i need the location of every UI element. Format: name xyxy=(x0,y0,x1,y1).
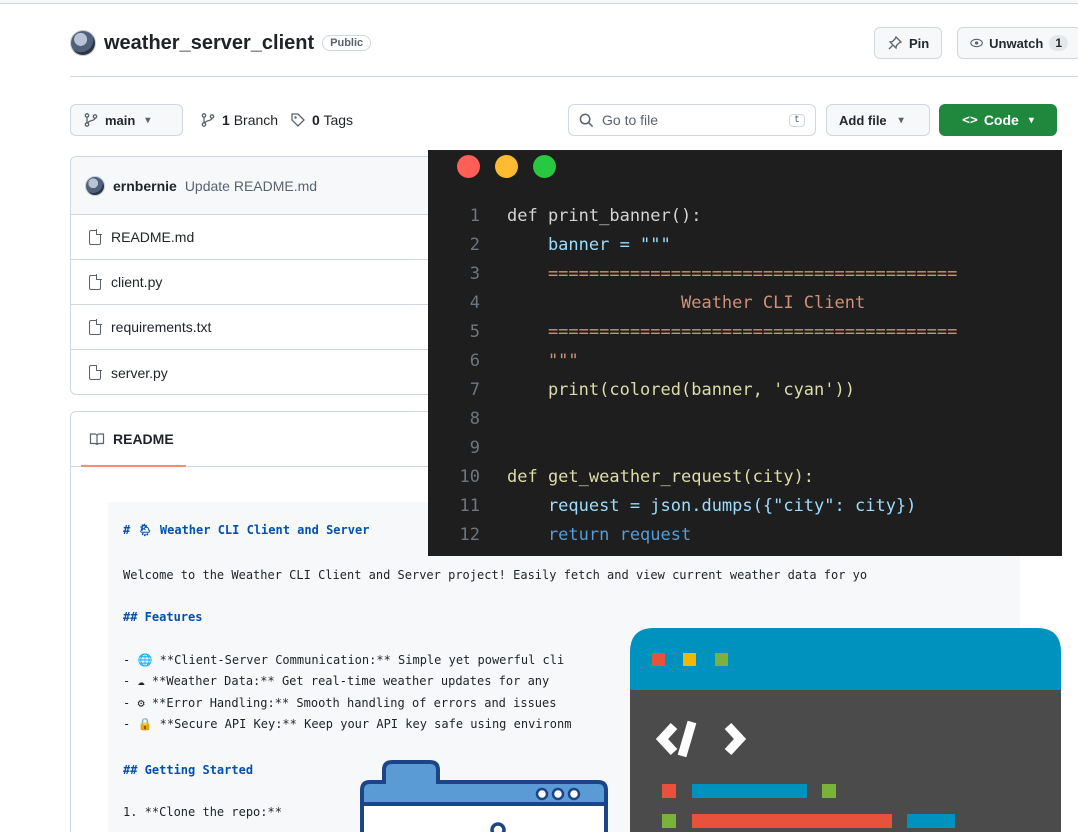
readme-intro: Welcome to the Weather CLI Client and Se… xyxy=(123,568,868,582)
search-shortcut: t xyxy=(788,113,805,127)
branches-label: Branch xyxy=(233,112,279,128)
code-text: """ xyxy=(507,351,579,371)
latest-commit-row: ernbernie Update README.md xyxy=(71,157,469,215)
file-row[interactable]: client.py xyxy=(71,260,469,305)
code-label: Code xyxy=(983,112,1019,128)
eye-icon xyxy=(970,38,983,48)
chevron-down-icon: ▾ xyxy=(898,114,904,126)
tags-count: 0 xyxy=(312,112,320,128)
readme-feature-item: - ⚙ **Error Handling:** Smooth handling … xyxy=(123,696,557,710)
book-icon xyxy=(89,433,105,446)
branches-count: 1 xyxy=(222,112,230,128)
search-placeholder: Go to file xyxy=(602,112,659,128)
window-minimize-dot xyxy=(495,155,518,178)
file-row[interactable]: server.py xyxy=(71,350,469,394)
browser-top-edge xyxy=(0,0,1078,4)
readme-feature-item: - ☁ **Weather Data:** Get real-time weat… xyxy=(123,674,550,688)
commit-author[interactable]: ernbernie xyxy=(113,178,177,194)
branches-link[interactable]: 1 Branch xyxy=(200,104,278,136)
code-text: def get_weather_request(city): xyxy=(507,467,815,487)
file-name[interactable]: client.py xyxy=(111,274,162,290)
file-list: ernbernie Update README.md README.md cli… xyxy=(70,156,470,395)
line-number: 1 xyxy=(469,206,480,226)
repo-name[interactable]: weather_server_client xyxy=(104,32,314,55)
chevron-down-icon: ▾ xyxy=(1028,114,1034,126)
pin-button[interactable]: Pin xyxy=(874,27,943,59)
line-number: 9 xyxy=(469,438,480,458)
line-number: 3 xyxy=(469,264,480,284)
unwatch-label: Unwatch xyxy=(989,35,1044,51)
branch-icon xyxy=(84,113,98,127)
code-text: banner = """ xyxy=(507,235,671,255)
commit-author-avatar[interactable] xyxy=(85,175,105,196)
readme-heading-getting-started: ## Getting Started xyxy=(123,763,254,777)
line-number: 10 xyxy=(459,467,480,487)
readme-step-item: 1. **Clone the repo:** xyxy=(123,805,282,819)
watcher-count: 1 xyxy=(1049,35,1068,51)
readme-feature-item: - 🔒 **Secure API Key:** Keep your API ke… xyxy=(123,717,572,731)
line-number: 5 xyxy=(469,322,480,342)
tags-label: Tags xyxy=(323,112,354,128)
line-number: 7 xyxy=(469,380,480,400)
add-file-button[interactable]: Add file ▾ xyxy=(826,104,930,136)
branch-icon xyxy=(201,113,215,127)
tags-link[interactable]: 0 Tags xyxy=(290,104,353,136)
go-to-file-search[interactable]: Go to file t xyxy=(568,104,816,136)
browser-window-illustration xyxy=(360,760,608,832)
line-number: 4 xyxy=(469,293,480,313)
code-text: ======================================== xyxy=(507,264,958,284)
branch-select[interactable]: main ▾ xyxy=(70,104,183,136)
add-file-label: Add file xyxy=(839,112,887,128)
file-row[interactable]: README.md xyxy=(71,215,469,260)
unwatch-button[interactable]: Unwatch 1 xyxy=(957,27,1078,59)
header-divider xyxy=(70,76,1078,77)
owner-avatar[interactable] xyxy=(70,30,96,56)
file-icon xyxy=(89,229,102,245)
repo-header: weather_server_client Public xyxy=(70,28,372,58)
branch-name: main xyxy=(105,112,136,128)
readme-feature-item: - 🌐 **Client-Server Communication:** Sim… xyxy=(123,653,565,667)
file-row[interactable]: requirements.txt xyxy=(71,305,469,350)
code-text: request = json.dumps({"city": city}) xyxy=(507,496,917,516)
window-close-dot xyxy=(457,155,480,178)
code-text: ======================================== xyxy=(507,322,958,342)
line-number: 2 xyxy=(469,235,480,255)
file-icon xyxy=(89,319,102,335)
pin-icon xyxy=(888,35,903,50)
code-button[interactable]: <> Code ▾ xyxy=(939,104,1057,136)
line-number: 11 xyxy=(459,496,480,516)
file-name[interactable]: server.py xyxy=(111,365,168,381)
code-text: def print_banner(): xyxy=(507,206,702,226)
code-brackets-icon: <> xyxy=(962,112,978,128)
commit-message[interactable]: Update README.md xyxy=(185,178,317,194)
file-name[interactable]: README.md xyxy=(111,229,194,245)
chevron-down-icon: ▾ xyxy=(145,114,151,126)
window-maximize-dot xyxy=(533,155,556,178)
file-icon xyxy=(89,274,102,290)
file-icon xyxy=(89,364,102,380)
readme-tab-label: README xyxy=(113,431,174,447)
readme-title: # 🌦 Weather CLI Client and Server xyxy=(123,523,370,537)
code-editor-illustration xyxy=(630,628,1061,832)
file-name[interactable]: requirements.txt xyxy=(111,319,211,335)
tag-icon xyxy=(291,113,305,127)
visibility-badge: Public xyxy=(322,35,372,51)
code-text: print(colored(banner, 'cyan')) xyxy=(507,380,855,400)
readme-heading-features: ## Features xyxy=(123,610,203,624)
code-text: Weather CLI Client xyxy=(507,293,866,313)
line-number: 6 xyxy=(469,351,480,371)
search-icon xyxy=(579,113,594,127)
pin-label: Pin xyxy=(909,35,930,51)
code-text: return request xyxy=(507,525,692,545)
line-number: 12 xyxy=(459,525,480,545)
line-number: 8 xyxy=(469,409,480,429)
